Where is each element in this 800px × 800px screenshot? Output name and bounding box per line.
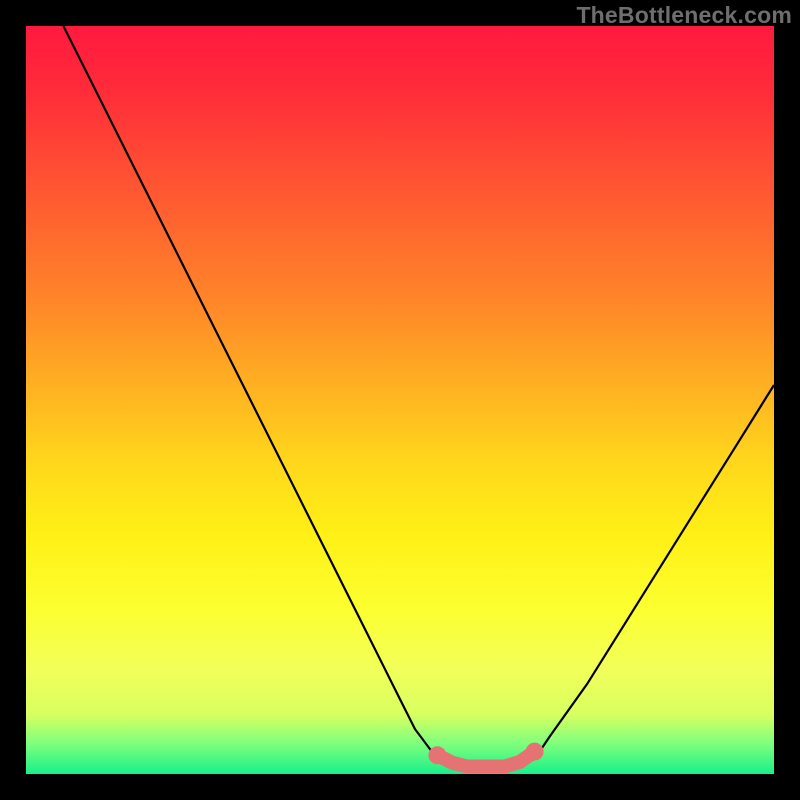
watermark-text: TheBottleneck.com (576, 2, 792, 29)
marker-stroke (437, 752, 534, 767)
plot-area (26, 26, 774, 774)
chart-frame: TheBottleneck.com (0, 0, 800, 800)
chart-svg (26, 26, 774, 774)
bottleneck-curve-line (63, 26, 774, 767)
marker-endcap (428, 746, 446, 764)
marker-endcap (526, 743, 544, 761)
curve-marker-flat-region (428, 743, 543, 767)
